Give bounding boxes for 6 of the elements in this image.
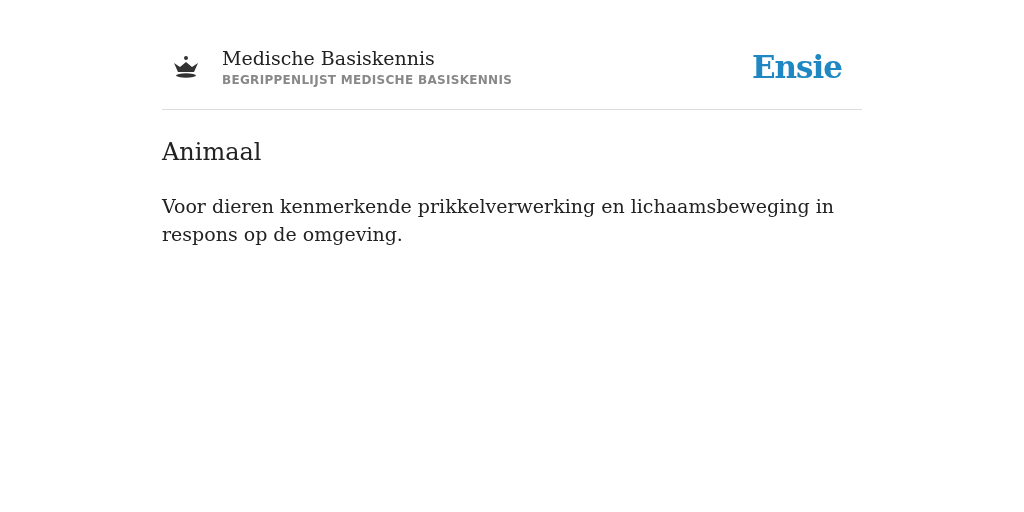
site-subtitle: BEGRIPPENLIJST MEDISCHE BASISKENNIS	[222, 72, 514, 90]
definition-text: Voor dieren kenmerkende prikkelverwerking en lichaamsbeweging in respons op de omgeving.	[162, 193, 836, 247]
site-title: Medische Basiskennis	[222, 46, 436, 72]
term-heading: Animaal	[162, 136, 263, 168]
brand-logo[interactable]: Ensie	[751, 44, 842, 91]
crown-icon	[172, 55, 200, 80]
